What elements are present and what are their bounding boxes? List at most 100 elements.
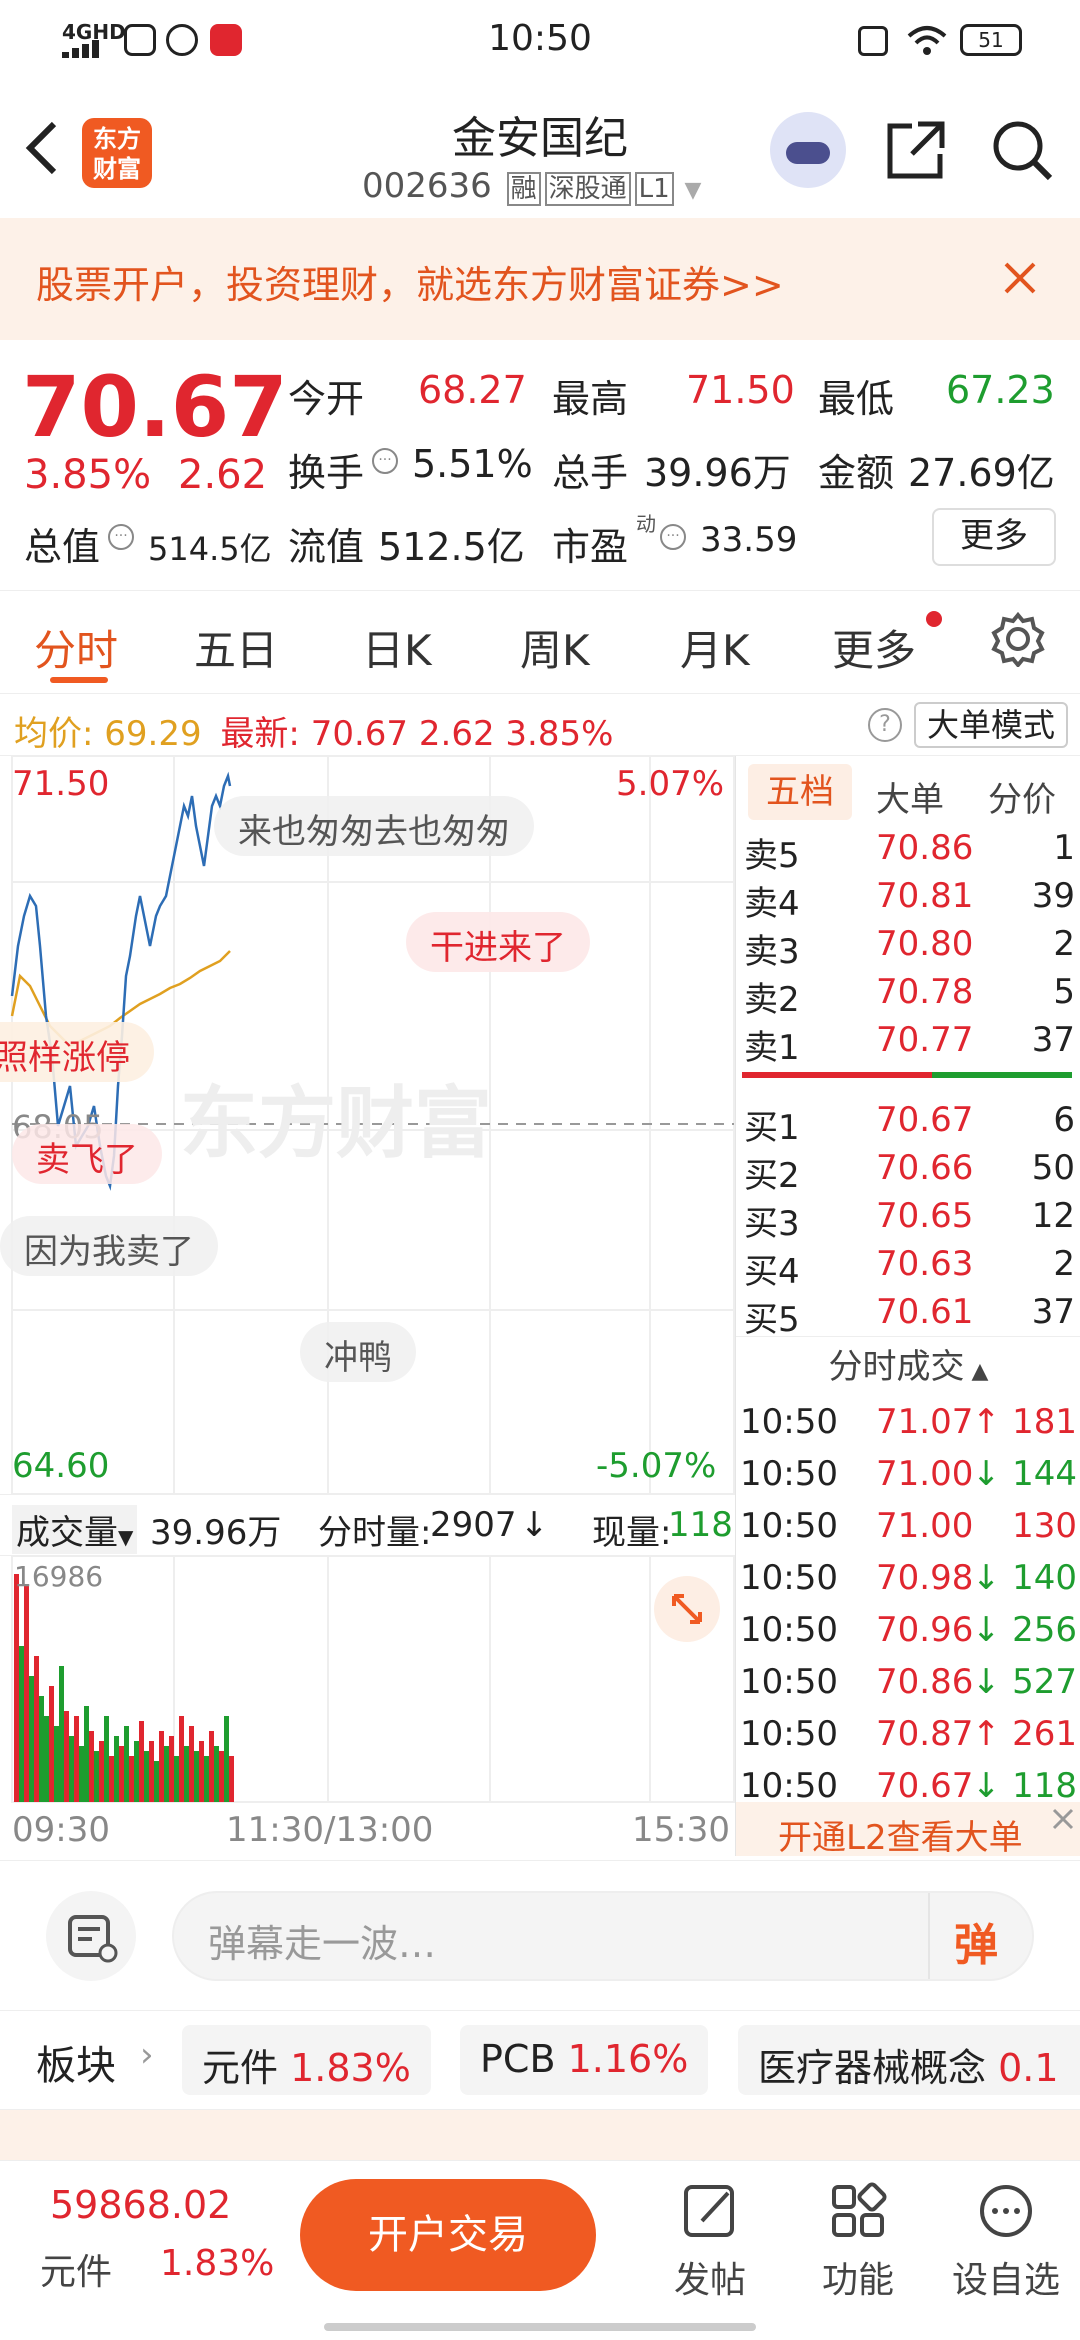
search-icon[interactable]	[990, 118, 1054, 182]
mktcap-value: 514.5亿	[148, 530, 272, 568]
more-button[interactable]: 更多	[932, 508, 1056, 566]
expand-icon	[672, 1594, 702, 1624]
tab-daily-k[interactable]: 日K	[362, 617, 432, 678]
stock-code: 002636	[362, 166, 492, 206]
settings-icon[interactable]	[990, 611, 1046, 667]
tick-row: 10:50 71.00 130	[736, 1500, 1080, 1550]
features-button[interactable]: 功能	[798, 2181, 918, 2303]
tick-price: 70.67	[876, 1766, 974, 1806]
avg-value: 69.29	[104, 714, 202, 754]
tick-arrow: ↓	[972, 1610, 1001, 1650]
close-icon[interactable]	[1050, 1806, 1076, 1832]
sector-pct: 1.16%	[567, 2037, 689, 2081]
latest-change: 2.62	[418, 714, 495, 754]
time-start: 09:30	[12, 1810, 110, 1850]
low-label: 最低	[818, 377, 895, 421]
tab-more[interactable]: 更多	[832, 617, 916, 678]
turnover-label: 换手	[288, 451, 365, 495]
assistant-avatar[interactable]	[770, 112, 846, 188]
bid-row: 买3 70.65 12	[736, 1192, 1080, 1244]
notification-dot	[926, 611, 942, 627]
intraday-chart[interactable]: 东方财富 71.50 5.07% 68.05 64.60 -5.07% 来也匆匆…	[0, 756, 735, 1856]
current-volume-label: 现量:	[592, 1513, 672, 1553]
tab-intraday[interactable]: 分时	[34, 617, 118, 678]
tick-price: 70.86	[876, 1662, 974, 1702]
help-icon[interactable]: ?	[868, 708, 902, 742]
index-value[interactable]: 59868.02	[50, 2183, 231, 2227]
close-icon[interactable]	[1002, 260, 1038, 296]
bid-volume: 50	[1031, 1148, 1075, 1188]
latest-label: 最新:	[220, 714, 300, 754]
tick-row: 10:50 71.00 ↓ 144	[736, 1448, 1080, 1498]
tick-time: 10:50	[740, 1714, 838, 1754]
tab-big-orders[interactable]: 大单	[876, 772, 944, 821]
tick-price: 70.98	[876, 1558, 974, 1598]
share-icon[interactable]	[884, 118, 948, 182]
y-axis-bottom: 64.60	[12, 1446, 110, 1486]
danmu-input-placeholder: 弹幕走一波…	[208, 1922, 437, 1966]
tab-five-day[interactable]: 五日	[194, 617, 278, 678]
sector-name: PCB	[480, 2037, 556, 2081]
high-value: 71.50	[686, 368, 795, 412]
change-value: 2.62	[178, 452, 268, 498]
home-indicator	[324, 2323, 756, 2331]
trade-button[interactable]: 开户交易	[300, 2179, 596, 2291]
danmu-comment[interactable]: 卖飞了	[12, 1124, 162, 1184]
promo-text: 股票开户，投资理财，就选东方财富证券>>	[36, 263, 784, 307]
sector-pct: 0.1	[998, 2046, 1059, 2090]
info-icon[interactable]: ···	[108, 524, 134, 550]
tick-price: 71.00	[876, 1454, 974, 1494]
ask-label: 卖2	[744, 980, 800, 1020]
ask-volume: 1	[1053, 828, 1075, 868]
bid-label: 买4	[744, 1252, 800, 1292]
danmu-comment[interactable]: 干进来了	[406, 912, 590, 972]
danmu-comment[interactable]: 来也匆匆去也匆匆	[214, 796, 534, 856]
stock-code-row[interactable]: 002636 融深股通 L1 ▼	[362, 166, 701, 206]
danmu-send-button[interactable]: 弹	[954, 1909, 998, 1973]
sector-chip[interactable]: PCB 1.16%	[460, 2025, 709, 2095]
grid-icon	[832, 2182, 887, 2237]
ask-volume: 5	[1053, 972, 1075, 1012]
add-watchlist-label: 设自选	[951, 2260, 1060, 2301]
danmu-comment[interactable]: 冲鸭	[300, 1322, 416, 1382]
post-button[interactable]: 发帖	[650, 2181, 770, 2303]
bid-row: 买5 70.61 37	[736, 1288, 1080, 1340]
tab-five-levels[interactable]: 五档	[748, 764, 852, 820]
tick-time: 10:50	[740, 1454, 838, 1494]
danmu-settings-button[interactable]	[46, 1891, 136, 1981]
l2-promo[interactable]: 开通L2查看大单	[736, 1802, 1080, 1858]
bid-volume: 12	[1031, 1196, 1075, 1236]
sector-chip[interactable]: 医疗器械概念 0.1	[738, 2025, 1080, 2095]
buy-sell-ratio-bar-sell	[932, 1072, 1072, 1078]
bid-volume: 6	[1053, 1100, 1075, 1140]
bid-price: 70.63	[876, 1244, 974, 1284]
expand-button[interactable]	[654, 1576, 720, 1642]
amount-value: 27.69亿	[908, 451, 1055, 495]
danmu-comment[interactable]: 照样涨停	[0, 1022, 154, 1082]
tick-list-header[interactable]: 分时成交 ▲	[736, 1336, 1080, 1396]
bid-row: 买2 70.66 50	[736, 1144, 1080, 1196]
quote-panel: 70.67 3.85% 2.62 今开 68.27 最高 71.50 最低 67…	[0, 340, 1080, 590]
big-order-mode-button[interactable]: 大单模式	[914, 702, 1068, 748]
tab-monthly-k[interactable]: 月K	[680, 617, 750, 678]
tick-volume: 181	[1012, 1402, 1077, 1442]
danmu-input[interactable]: 弹幕走一波… 弹	[172, 1891, 1034, 1981]
tab-price-dist[interactable]: 分价	[988, 772, 1056, 821]
danmu-comment[interactable]: 因为我卖了	[0, 1216, 218, 1276]
promo-banner[interactable]: 股票开户，投资理财，就选东方财富证券>>	[0, 218, 1080, 340]
volume-value: 39.96万	[644, 451, 791, 495]
add-watchlist-button[interactable]: 设自选	[946, 2181, 1066, 2303]
sector-chip[interactable]: 元件 1.83%	[182, 2025, 431, 2095]
tick-arrow: ↑	[972, 1402, 1001, 1442]
dropdown-icon: ▼	[684, 178, 702, 203]
info-icon[interactable]: ···	[372, 448, 398, 474]
pe-label: 市盈	[552, 525, 629, 569]
tab-weekly-k[interactable]: 周K	[520, 617, 590, 678]
dropdown-icon: ▼	[118, 1525, 134, 1549]
info-icon[interactable]: ···	[660, 524, 686, 550]
volume-selector[interactable]: 成交量▼	[12, 1505, 138, 1554]
tick-volume: 144	[1012, 1454, 1077, 1494]
bid-label: 买5	[744, 1300, 800, 1340]
intraday-chart-svg: 东方财富	[10, 756, 735, 1803]
volume-header: 成交量▼ 39.96万 分时量: 2907 ↓ 现量: 118	[0, 1494, 735, 1556]
